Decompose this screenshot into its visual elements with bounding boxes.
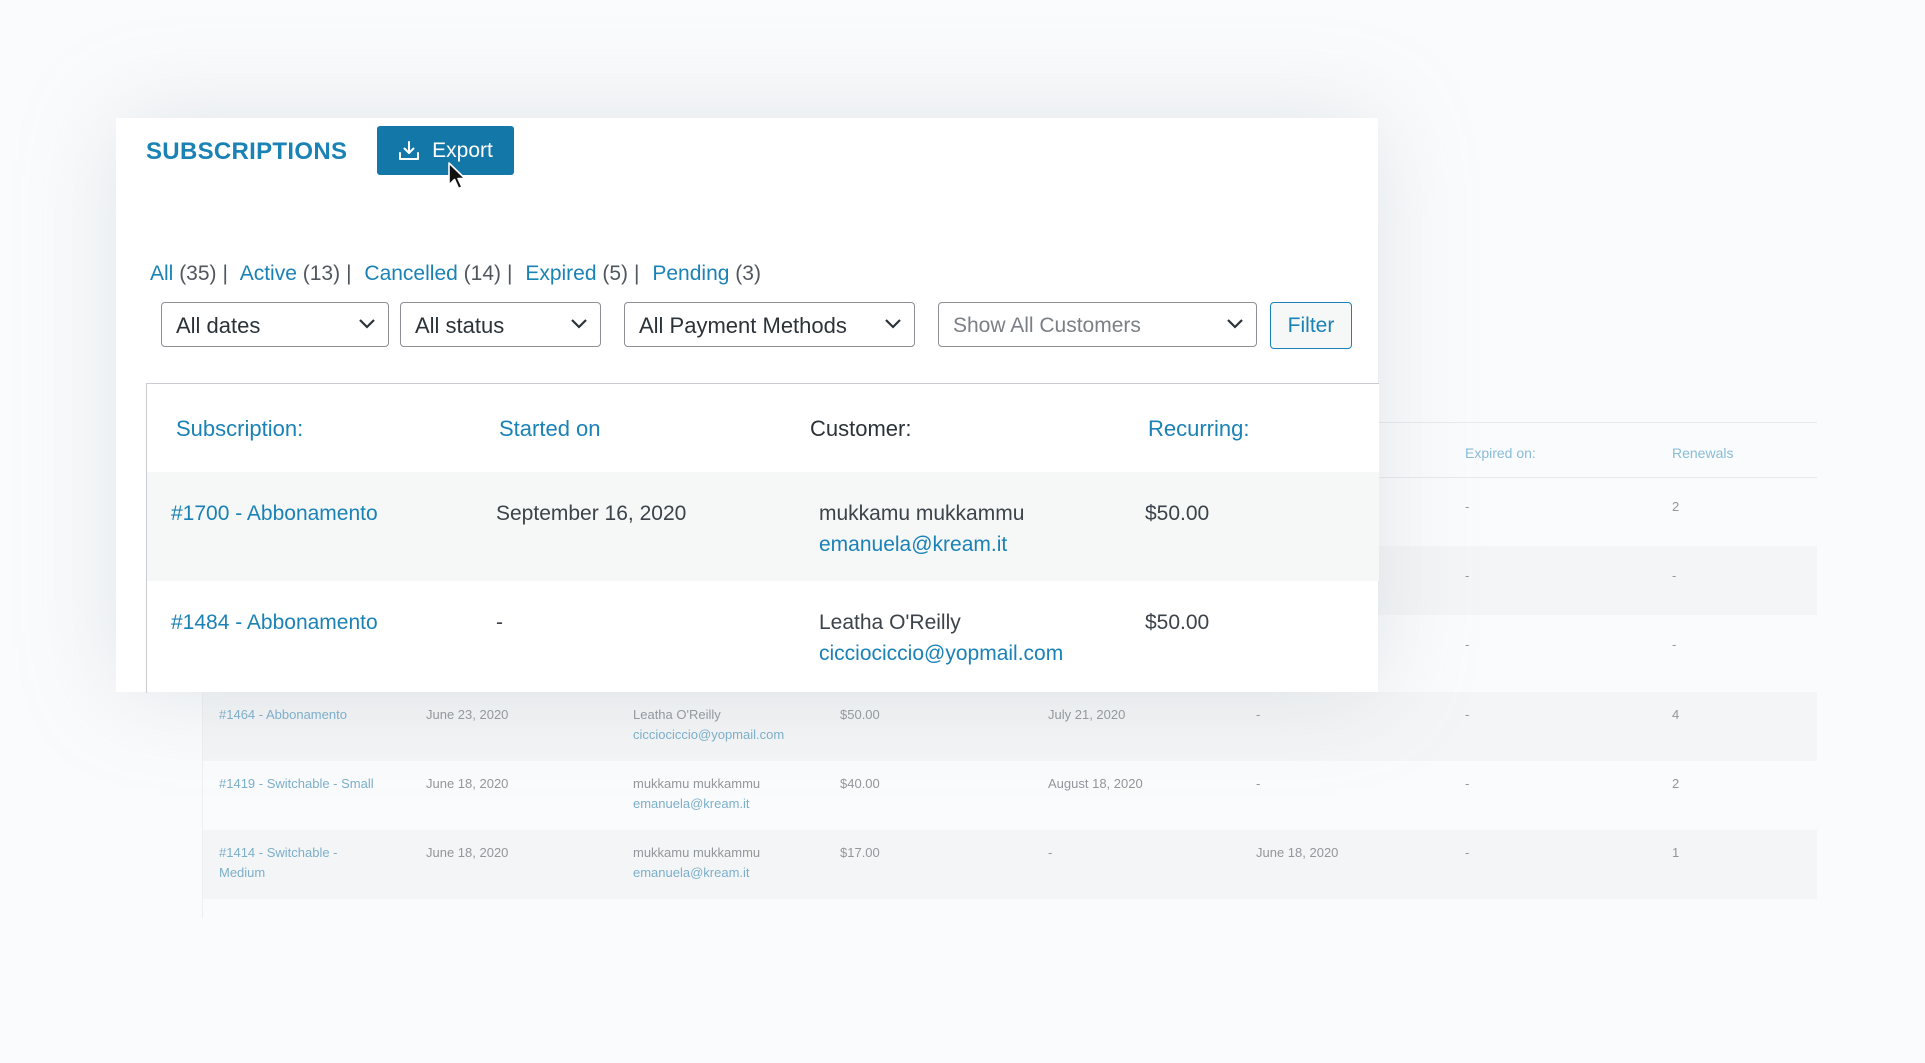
- filter-link-all[interactable]: All: [150, 262, 173, 285]
- recurring-cell: $40.00: [840, 776, 880, 791]
- dates-select-value: All dates: [176, 313, 261, 338]
- recurring-cell: $50.00: [840, 707, 880, 722]
- column-renewals[interactable]: Renewals: [1672, 445, 1733, 461]
- customer-name: mukkamu mukkammu: [633, 845, 761, 860]
- count-pending: (3): [735, 262, 761, 285]
- subscription-link[interactable]: #1464 - Abbonamento: [219, 705, 347, 725]
- payment-methods-select-value: All Payment Methods: [639, 313, 847, 338]
- table-row: #1464 - Abbonamento June 23, 2020 Leatha…: [203, 692, 1817, 761]
- chevron-down-icon: [571, 319, 587, 329]
- subscriptions-table: Subscription: Started on Customer: Recur…: [146, 383, 1379, 693]
- expired-cell: -: [1465, 707, 1470, 722]
- subscription-link[interactable]: #1419 - Switchable - Small: [219, 774, 374, 794]
- subscription-link[interactable]: #1700 - Abbonamento: [171, 498, 378, 529]
- renewals-cell: 2: [1672, 776, 1680, 791]
- date-cell: -: [1256, 776, 1261, 791]
- renewals-cell: 2: [1672, 499, 1680, 514]
- filter-link-expired[interactable]: Expired: [525, 262, 596, 285]
- export-label: Export: [432, 138, 493, 162]
- recurring-cell: $50.00: [1145, 611, 1210, 634]
- expired-cell: -: [1465, 637, 1470, 652]
- customer-email-link[interactable]: cicciociccio@yopmail.com: [819, 638, 1063, 669]
- expired-cell: -: [1465, 845, 1470, 860]
- customer-name: mukkamu mukkammu: [633, 776, 761, 791]
- mouse-pointer-icon: [448, 162, 466, 190]
- chevron-down-icon: [359, 319, 375, 329]
- dates-select[interactable]: All dates: [161, 302, 389, 347]
- started-cell: June 18, 2020: [426, 845, 509, 860]
- table-row: #1414 - Switchable - Medium June 18, 202…: [203, 830, 1817, 899]
- next-payment-cell: July 21, 2020: [1048, 707, 1126, 722]
- renewals-cell: 1: [1672, 845, 1680, 860]
- table-row: #1700 - Abbonamento September 16, 2020 m…: [147, 472, 1379, 581]
- renewals-cell: 4: [1672, 707, 1680, 722]
- subscription-link-line2[interactable]: Medium: [219, 863, 265, 883]
- started-cell: June 23, 2020: [426, 707, 509, 722]
- subscriptions-panel: SUBSCRIPTIONS Export All (35) | Active (1…: [116, 118, 1379, 693]
- count-all: (35): [179, 262, 217, 285]
- subscription-link[interactable]: #1414 - Switchable -: [219, 843, 338, 863]
- table-row: #1484 - Abbonamento - Leatha O'Reilly ci…: [147, 581, 1379, 690]
- subscription-link[interactable]: #1484 - Abbonamento: [171, 607, 378, 638]
- filter-link-cancelled[interactable]: Cancelled: [364, 262, 457, 285]
- started-cell: June 18, 2020: [426, 776, 509, 791]
- column-recurring[interactable]: Recurring:: [1148, 416, 1249, 442]
- customer-name: Leatha O'Reilly: [633, 707, 721, 722]
- next-payment-cell: -: [1048, 845, 1053, 860]
- filter-button[interactable]: Filter: [1270, 302, 1352, 349]
- payment-methods-select[interactable]: All Payment Methods: [624, 302, 915, 347]
- download-icon: [398, 140, 420, 162]
- renewals-cell: -: [1672, 568, 1677, 583]
- table-header: Subscription: Started on Customer: Recur…: [147, 384, 1379, 473]
- started-on-cell: September 16, 2020: [496, 502, 687, 525]
- column-subscription[interactable]: Subscription:: [176, 416, 303, 442]
- date-cell: June 18, 2020: [1256, 845, 1339, 860]
- table-row: #1419 - Switchable - Small June 18, 2020…: [203, 761, 1817, 830]
- started-on-cell: -: [496, 611, 503, 634]
- customer-name: mukkamu mukkammu: [819, 502, 1025, 525]
- column-customer: Customer:: [810, 416, 912, 441]
- date-cell: -: [1256, 707, 1261, 722]
- customers-select[interactable]: Show All Customers: [938, 302, 1257, 347]
- customer-email-link[interactable]: emanuela@kream.it: [633, 863, 750, 883]
- status-select-value: All status: [415, 313, 505, 338]
- chevron-down-icon: [885, 319, 901, 329]
- recurring-cell: $17.00: [840, 845, 880, 860]
- expired-cell: -: [1465, 499, 1470, 514]
- customer-email-link[interactable]: emanuela@kream.it: [633, 794, 750, 814]
- chevron-down-icon: [1227, 319, 1243, 329]
- status-select[interactable]: All status: [400, 302, 601, 347]
- page-title: SUBSCRIPTIONS: [146, 138, 348, 165]
- expired-cell: -: [1465, 568, 1470, 583]
- count-expired: (5): [602, 262, 629, 285]
- customer-email-link[interactable]: emanuela@kream.it: [819, 529, 1007, 560]
- recurring-cell: $50.00: [1145, 502, 1210, 525]
- filter-link-active[interactable]: Active: [240, 262, 297, 285]
- next-payment-cell: August 18, 2020: [1048, 776, 1143, 791]
- renewals-cell: -: [1672, 637, 1677, 652]
- column-expired-on[interactable]: Expired on:: [1465, 445, 1536, 461]
- customers-select-placeholder: Show All Customers: [953, 314, 1141, 337]
- expired-cell: -: [1465, 776, 1470, 791]
- status-filter-links: All (35) | Active (13) | Cancelled (14) | E…: [150, 262, 761, 285]
- column-started-on[interactable]: Started on: [499, 416, 601, 442]
- count-cancelled: (14): [463, 262, 502, 285]
- export-button[interactable]: Export: [377, 126, 514, 175]
- customer-email-link[interactable]: cicciociccio@yopmail.com: [633, 725, 784, 745]
- count-active: (13): [302, 262, 341, 285]
- customer-name: Leatha O'Reilly: [819, 611, 961, 634]
- filter-link-pending[interactable]: Pending: [652, 262, 729, 285]
